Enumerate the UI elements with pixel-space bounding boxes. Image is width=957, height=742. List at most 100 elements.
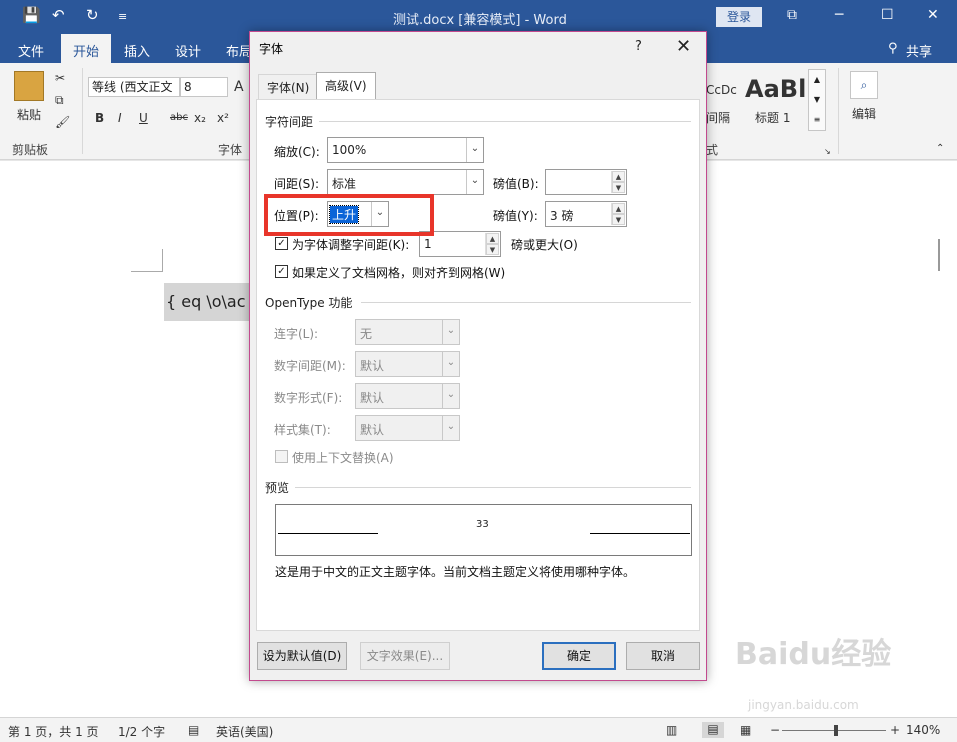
search-icon[interactable]: ⌕ (850, 71, 878, 99)
preview-note: 这是用于中文的正文主题字体。当前文档主题定义将使用哪种字体。 (275, 565, 636, 579)
grow-font-button[interactable]: A (234, 79, 244, 95)
grid-label: 如果定义了文档网格，则对齐到网格(W) (292, 266, 506, 280)
login-button[interactable]: 登录 (716, 7, 762, 27)
style-gallery-item[interactable]: CcDc (706, 83, 737, 97)
bold-button[interactable]: B (95, 111, 104, 125)
strikethrough-button[interactable]: abc (170, 112, 188, 123)
num-form-label: 数字形式(F): (274, 391, 343, 405)
underline-button[interactable]: U (139, 111, 148, 125)
font-name-combo[interactable]: 等线 (西文正文 (88, 77, 180, 97)
style-set-dropdown[interactable]: 默认 ⌄ (355, 415, 460, 441)
num-form-value: 默认 (360, 391, 385, 405)
chevron-down-icon: ⌄ (466, 138, 483, 162)
title-bar: 💾 ↶ ↻ ≡ 测试.docx [兼容模式] - Word 登录 ⧉ ─ ☐ ✕ (0, 0, 957, 34)
num-form-dropdown[interactable]: 默认 ⌄ (355, 383, 460, 409)
spin-down-icon[interactable]: ▼ (612, 182, 625, 193)
style-heading1-label: 标题 1 (755, 111, 791, 125)
spacing-label: 间距(S): (274, 177, 320, 191)
collapse-ribbon-icon[interactable]: ⌃ (936, 143, 944, 154)
language-indicator[interactable]: 英语(美国) (216, 723, 273, 740)
ligature-dropdown[interactable]: 无 ⌄ (355, 319, 460, 345)
redo-icon[interactable]: ↻ (86, 6, 99, 24)
spin-down-icon[interactable]: ▼ (612, 214, 625, 225)
watermark-url: jingyan.baidu.com (748, 698, 859, 712)
kerning-checkbox[interactable]: ✓ (275, 237, 288, 250)
chevron-down-icon: ⌄ (442, 352, 459, 376)
section-divider (295, 487, 691, 488)
tab-insert[interactable]: 插入 (124, 41, 150, 60)
annotation-highlight-box (264, 194, 434, 236)
clipboard-group-label: 剪贴板 (12, 143, 49, 157)
zoom-level[interactable]: 140% (906, 723, 940, 737)
tab-home[interactable]: 开始 (61, 34, 112, 63)
share-button[interactable]: 共享 (906, 41, 932, 60)
ligature-value: 无 (360, 327, 373, 341)
minimize-icon[interactable]: ─ (835, 7, 843, 23)
num-spacing-dropdown[interactable]: 默认 ⌄ (355, 351, 460, 377)
section-divider (361, 302, 691, 303)
style-set-label: 样式集(T): (274, 423, 331, 437)
page-count[interactable]: 第 1 页，共 1 页 (8, 723, 99, 740)
edit-button[interactable]: 编辑 (852, 105, 876, 122)
customize-qat-icon[interactable]: ≡ (118, 10, 127, 23)
tab-advanced[interactable]: 高级(V) (316, 72, 376, 100)
scale-dropdown[interactable]: 100% ⌄ (327, 137, 484, 163)
italic-button[interactable]: I (118, 111, 122, 125)
chevron-down-icon: ⌄ (442, 416, 459, 440)
copy-icon[interactable]: ⧉ (55, 93, 64, 108)
maximize-icon[interactable]: ☐ (881, 7, 894, 23)
grid-checkbox[interactable]: ✓ (275, 265, 288, 278)
preview-box: 33 (275, 504, 692, 556)
spacing-by-spinner[interactable]: ▲ ▼ (545, 169, 627, 195)
field-code-text[interactable]: { eq \o\ac (164, 283, 254, 321)
section-divider (319, 121, 691, 122)
spacing-dropdown[interactable]: 标准 ⌄ (327, 169, 484, 195)
text-effects-button[interactable]: 文字效果(E)... (360, 642, 450, 670)
advanced-panel: 字符间距 缩放(C): 100% ⌄ 间距(S): 标准 ⌄ 磅值(B): ▲ ▼… (256, 99, 700, 631)
baseline-right (590, 533, 690, 534)
paste-icon[interactable] (14, 71, 44, 101)
style-heading1-preview[interactable]: AaBl (745, 75, 806, 103)
zoom-in-button[interactable]: + (890, 723, 900, 737)
tab-font[interactable]: 字体(N) (258, 74, 319, 99)
ok-button[interactable]: 确定 (542, 642, 616, 670)
font-size-combo[interactable]: 8 (180, 77, 228, 97)
proofing-icon[interactable]: ▤ (188, 723, 199, 737)
zoom-out-button[interactable]: − (770, 723, 780, 737)
spin-up-icon[interactable]: ▲ (612, 203, 625, 214)
superscript-button[interactable]: x² (217, 111, 229, 125)
spin-up-icon[interactable]: ▲ (612, 171, 625, 182)
baseline-left (278, 533, 378, 534)
subscript-button[interactable]: x₂ (194, 111, 206, 125)
spin-down-icon[interactable]: ▼ (486, 244, 499, 255)
format-painter-icon[interactable]: 🖌 (55, 115, 70, 129)
tab-design[interactable]: 设计 (175, 41, 201, 60)
num-spacing-label: 数字间距(M): (274, 359, 346, 373)
set-default-button[interactable]: 设为默认值(D) (257, 642, 347, 670)
chevron-down-icon: ⌄ (466, 170, 483, 194)
web-layout-icon[interactable]: ▦ (740, 723, 751, 737)
position-by-spinner[interactable]: 3 磅 ▲ ▼ (545, 201, 627, 227)
word-count[interactable]: 1/2 个字 (118, 723, 165, 740)
read-mode-icon[interactable]: ▥ (666, 723, 677, 737)
ribbon-display-icon[interactable]: ⧉ (787, 7, 797, 23)
style-set-value: 默认 (360, 423, 385, 437)
spacing-by-label: 磅值(B): (493, 177, 539, 191)
scrollbar-thumb[interactable] (938, 239, 940, 271)
undo-icon[interactable]: ↶ (52, 6, 65, 24)
style-gallery-scroll[interactable]: ▲ ▼ ≡ (808, 69, 826, 131)
help-button[interactable]: ? (635, 39, 642, 54)
spin-up-icon[interactable]: ▲ (486, 233, 499, 244)
num-spacing-value: 默认 (360, 359, 385, 373)
cut-icon[interactable]: ✂ (55, 71, 65, 85)
zoom-slider-thumb[interactable] (834, 725, 838, 736)
contextual-checkbox[interactable] (275, 450, 288, 463)
save-icon[interactable]: 💾 (22, 6, 41, 24)
styles-launcher-icon[interactable]: ↘ (824, 147, 831, 156)
tab-file[interactable]: 文件 (18, 41, 44, 60)
close-icon[interactable]: ✕ (927, 7, 939, 23)
print-layout-icon[interactable]: ▤ (702, 722, 724, 738)
dialog-close-button[interactable]: ✕ (676, 36, 691, 57)
cancel-button[interactable]: 取消 (626, 642, 700, 670)
paste-button[interactable]: 粘贴 (17, 106, 41, 123)
